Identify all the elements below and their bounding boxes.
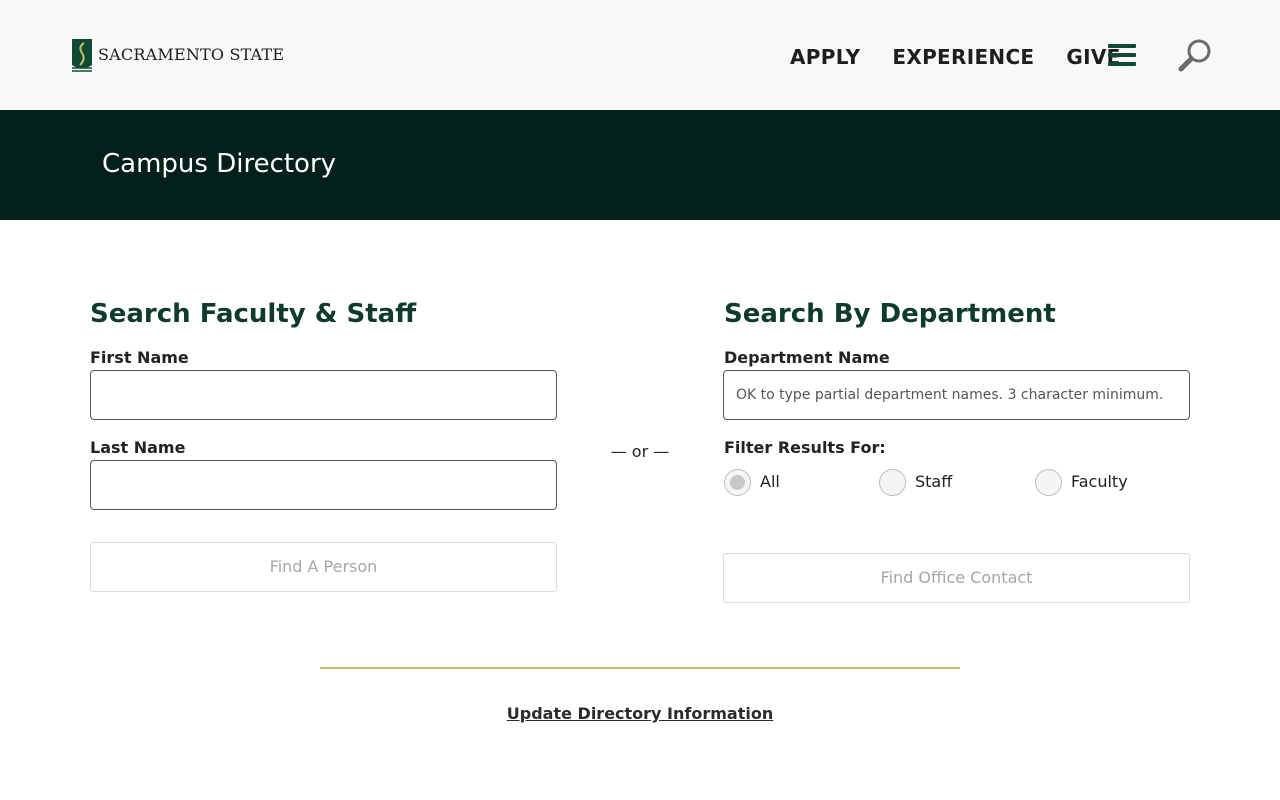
radio-selected-dot xyxy=(730,474,745,490)
filter-radio-staff[interactable]: Staff xyxy=(879,468,952,496)
nav-experience[interactable]: EXPERIENCE xyxy=(892,43,1034,71)
first-name-input[interactable] xyxy=(90,370,557,420)
update-directory-link[interactable]: Update Directory Information xyxy=(440,703,840,725)
nav-apply[interactable]: APPLY xyxy=(790,43,860,71)
department-name-input[interactable] xyxy=(723,370,1190,420)
filter-radio-faculty[interactable]: Faculty xyxy=(1035,468,1128,496)
radio-all-circle[interactable] xyxy=(724,468,751,496)
radio-faculty-circle[interactable] xyxy=(1035,468,1062,496)
hornet-shield-icon xyxy=(72,39,92,72)
department-search-heading: Search By Department xyxy=(724,299,1056,329)
department-name-label: Department Name xyxy=(724,348,890,367)
filter-radio-all[interactable]: All xyxy=(724,468,780,496)
page-banner: Campus Directory xyxy=(0,110,1280,220)
page-title: Campus Directory xyxy=(102,149,337,179)
logo-wordmark: SACRAMENTO STATE xyxy=(98,45,285,64)
radio-staff-label: Staff xyxy=(915,472,953,491)
site-header: SACRAMENTO STATE APPLY EXPERIENCE GIVE xyxy=(0,0,1280,110)
search-icon[interactable] xyxy=(1178,38,1212,72)
radio-staff-circle[interactable] xyxy=(879,468,906,496)
primary-nav: APPLY EXPERIENCE GIVE xyxy=(790,43,1153,71)
last-name-input[interactable] xyxy=(90,460,557,510)
or-separator: — or — xyxy=(610,442,670,461)
section-divider xyxy=(320,667,960,669)
find-office-contact-button[interactable]: Find Office Contact xyxy=(723,553,1190,603)
first-name-label: First Name xyxy=(90,348,189,367)
filter-results-label: Filter Results For: xyxy=(724,438,886,457)
sacramento-state-logo[interactable]: SACRAMENTO STATE xyxy=(70,37,284,73)
hamburger-menu-icon[interactable] xyxy=(1108,44,1136,66)
find-person-button[interactable]: Find A Person xyxy=(90,542,557,592)
radio-all-label: All xyxy=(760,472,780,491)
radio-faculty-label: Faculty xyxy=(1071,472,1128,491)
person-search-heading: Search Faculty & Staff xyxy=(90,299,417,329)
last-name-label: Last Name xyxy=(90,438,186,457)
